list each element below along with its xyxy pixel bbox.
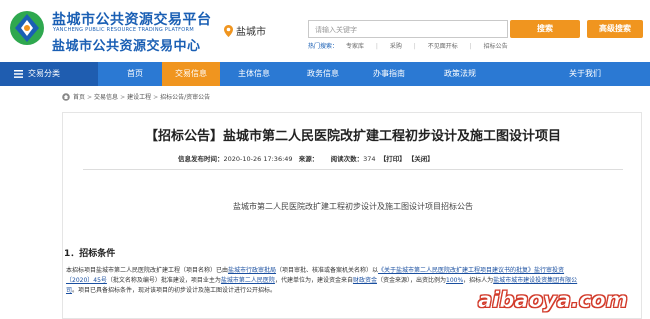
- location-pin-icon: [224, 25, 233, 37]
- para-text: ，建设资金来自: [310, 277, 353, 284]
- trade-category-label: 交易分类: [28, 69, 60, 78]
- site-header: 盐城市公共资源交易平台 YANCHENG PUBLIC RESOURCE TRA…: [0, 0, 650, 62]
- main-nav: 交易分类 首页 交易信息 主体信息 政务信息 办事指南 政策法规 关于我们: [0, 62, 650, 86]
- para-fund: 财政资金: [352, 277, 377, 284]
- breadcrumb-separator: >: [120, 94, 126, 101]
- print-link[interactable]: 【打印】: [380, 155, 406, 163]
- trade-category-menu[interactable]: 交易分类: [0, 62, 98, 86]
- para-text: 本招标项目盐城市第二人民医院改扩建工程（项目名称）已由: [66, 267, 229, 274]
- views-label: 阅读次数：: [330, 155, 364, 163]
- breadcrumb-notice[interactable]: 招标公告/资审公告: [160, 94, 210, 101]
- para-text: （批文名称及编号）批准建设，项目业主为: [106, 277, 221, 284]
- logo-icon[interactable]: [8, 9, 46, 47]
- para-approver: 盐城市行政审批局: [228, 267, 277, 274]
- breadcrumb-trade-info[interactable]: 交易信息: [94, 94, 118, 101]
- hot-search-item[interactable]: 专家库: [346, 43, 364, 50]
- close-link[interactable]: 【关闭】: [408, 155, 434, 163]
- article-title: 【招标公告】盐城市第二人民医院改扩建工程初步设计及施工图设计项目: [144, 129, 561, 144]
- breadcrumb-construction[interactable]: 建设工程: [127, 94, 151, 101]
- breadcrumb-separator: >: [87, 94, 93, 101]
- location-label: 盐城市: [236, 27, 266, 38]
- separator: |: [413, 43, 416, 50]
- breadcrumb-home[interactable]: 首页: [73, 94, 85, 101]
- site-name[interactable]: 盐城市公共资源交易平台: [52, 9, 212, 29]
- hot-search-item[interactable]: 不见面开标: [428, 43, 458, 50]
- breadcrumb-separator: >: [153, 94, 159, 101]
- doc-heading: 盐城市第二人民医院改扩建工程初步设计及施工图设计项目招标公告: [233, 202, 473, 211]
- publish-label: 信息发布时间：: [178, 155, 224, 163]
- hot-search-item[interactable]: 采购: [390, 43, 402, 50]
- para-text: （资金来源），出资比例为: [376, 277, 446, 284]
- nav-item-about[interactable]: 关于我们: [555, 62, 615, 86]
- nav-item-home[interactable]: 首页: [110, 62, 160, 86]
- nav-item-trade-info[interactable]: 交易信息: [162, 62, 220, 86]
- center-name: 盐城市公共资源交易中心: [52, 39, 201, 54]
- watermark: aibaoya.com: [478, 288, 628, 313]
- hot-search-label: 热门搜索：: [308, 43, 339, 50]
- nav-item-guide[interactable]: 办事指南: [360, 62, 418, 86]
- hot-search-item[interactable]: 招标公告: [484, 43, 508, 50]
- advanced-search-button[interactable]: 高级搜索: [587, 20, 643, 38]
- para-ratio: 100%: [446, 277, 464, 284]
- para-text: ，代建单位为: [274, 277, 311, 284]
- publish-time: 2020-10-26 17:36:49: [223, 155, 293, 163]
- para-owner: 盐城市第二人民医院: [220, 277, 275, 284]
- search-input[interactable]: 请输入关键字: [308, 20, 508, 38]
- home-icon: [62, 93, 70, 101]
- separator: |: [375, 43, 378, 50]
- hot-search-row: 热门搜索： 专家库 | 采购 | 不见面开标 | 招标公告: [308, 41, 518, 50]
- nav-item-gov-info[interactable]: 政务信息: [293, 62, 353, 86]
- section-title: 1．招标条件: [64, 249, 116, 259]
- separator: |: [469, 43, 472, 50]
- search-button[interactable]: 搜索: [510, 20, 580, 38]
- para-text: 。项目已具备招标条件，现对该项目的初步设计及施工图设计进行公开招标。: [72, 287, 277, 294]
- location-selector[interactable]: 盐城市: [224, 23, 266, 38]
- nav-item-policy[interactable]: 政策法规: [427, 62, 493, 86]
- site-name-en: YANCHENG PUBLIC RESOURCE TRADING PLATFOR…: [53, 27, 194, 33]
- nav-item-entity-info[interactable]: 主体信息: [225, 62, 283, 86]
- article-meta: 信息发布时间：2020-10-26 17:36:49 来源： 阅读次数：374 …: [178, 153, 434, 163]
- source-label: 来源：: [298, 155, 319, 163]
- para-text: （项目审批、核准或备案机关名称）以: [276, 267, 379, 274]
- views-count: 374: [363, 155, 376, 163]
- divider: [83, 169, 623, 170]
- para-text: ，招标人为: [463, 277, 494, 284]
- breadcrumb: 首页 > 交易信息 > 建设工程 > 招标公告/资审公告: [62, 92, 642, 107]
- menu-icon: [14, 70, 23, 78]
